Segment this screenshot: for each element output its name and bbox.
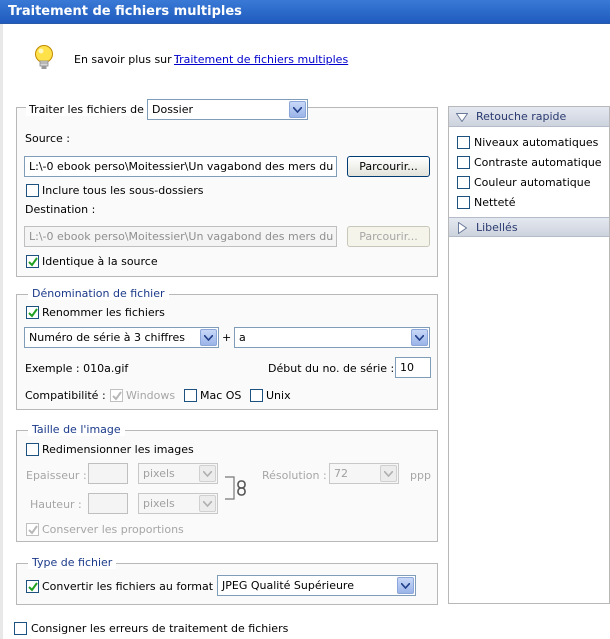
compat-unix-checkbox[interactable] bbox=[250, 389, 263, 402]
height-label: Hauteur : bbox=[30, 498, 82, 511]
naming-pattern-select[interactable]: Numéro de série à 3 chiffres bbox=[24, 327, 219, 348]
destination-browse-button[interactable]: Parcourir... bbox=[347, 226, 430, 247]
resolution-select[interactable]: 72 bbox=[329, 463, 399, 484]
naming-legend: Dénomination de fichier bbox=[28, 287, 169, 300]
naming-pattern-value: Numéro de série à 3 chiffres bbox=[29, 331, 185, 344]
checkmark-icon bbox=[28, 582, 38, 592]
checkmark-icon bbox=[112, 391, 122, 401]
process-from-label: Traiter les fichiers de : bbox=[26, 103, 155, 116]
auto-contrast-label: Contraste automatique bbox=[474, 156, 602, 169]
width-input[interactable] bbox=[88, 463, 128, 484]
labels-title: Libellés bbox=[476, 221, 518, 234]
resolution-value: 72 bbox=[334, 467, 348, 480]
checkmark-icon bbox=[28, 257, 38, 267]
chevron-down-icon bbox=[289, 101, 306, 118]
chevron-down-icon bbox=[397, 577, 414, 594]
destination-label: Destination : bbox=[25, 203, 96, 216]
image-size-legend: Taille de l'image bbox=[28, 423, 125, 436]
convert-format-checkbox[interactable] bbox=[26, 580, 39, 593]
width-unit-value: pixels bbox=[143, 467, 175, 480]
serial-start-input[interactable]: 10 bbox=[395, 357, 431, 378]
log-errors-label: Consigner les erreurs de traitement de f… bbox=[31, 622, 289, 635]
resolution-unit: ppp bbox=[410, 469, 431, 482]
compat-macos-checkbox[interactable] bbox=[184, 389, 197, 402]
width-label: Epaisseur : bbox=[26, 469, 87, 482]
compat-unix-label: Unix bbox=[266, 389, 291, 402]
destination-path-input[interactable]: L:\-0 ebook perso\Moitessier\Un vagabond… bbox=[24, 226, 337, 247]
lightbulb-icon bbox=[34, 44, 54, 75]
sharpness-checkbox[interactable] bbox=[457, 196, 470, 209]
naming-example: Exemple : 010a.gif bbox=[25, 362, 129, 375]
quick-fix-title: Retouche rapide bbox=[476, 110, 567, 123]
naming-suffix-value: a bbox=[239, 331, 246, 344]
sharpness-label: Netteté bbox=[474, 196, 516, 209]
rename-files-checkbox[interactable] bbox=[26, 306, 39, 319]
chevron-down-icon bbox=[380, 465, 397, 482]
auto-levels-checkbox[interactable] bbox=[457, 136, 470, 149]
learn-more-link[interactable]: Traitement de fichiers multiples bbox=[174, 53, 348, 66]
expand-triangle-icon bbox=[458, 221, 468, 237]
source-browse-button[interactable]: Parcourir... bbox=[347, 156, 430, 177]
quick-fix-panel: Retouche rapide Niveaux automatiques Con… bbox=[448, 106, 610, 604]
resolution-label: Résolution : bbox=[262, 469, 327, 482]
source-path-input[interactable]: L:\-0 ebook perso\Moitessier\Un vagabond… bbox=[24, 156, 337, 177]
compat-label: Compatibilité : bbox=[25, 389, 106, 402]
resize-images-checkbox[interactable] bbox=[26, 443, 39, 456]
window-frame bbox=[0, 24, 3, 639]
same-as-source-checkbox[interactable] bbox=[26, 255, 39, 268]
labels-header[interactable]: Libellés bbox=[449, 217, 609, 237]
compat-windows-checkbox[interactable] bbox=[110, 389, 123, 402]
width-unit-select[interactable]: pixels bbox=[138, 463, 218, 484]
link-proportions-icon[interactable] bbox=[224, 475, 248, 504]
window-title: Traitement de fichiers multiples bbox=[0, 0, 610, 24]
height-input[interactable] bbox=[88, 493, 128, 514]
auto-color-label: Couleur automatique bbox=[474, 176, 591, 189]
process-mode-value: Dossier bbox=[152, 103, 194, 116]
auto-levels-label: Niveaux automatiques bbox=[474, 136, 599, 149]
auto-contrast-checkbox[interactable] bbox=[457, 156, 470, 169]
constrain-proportions-checkbox[interactable] bbox=[26, 523, 39, 536]
chevron-down-icon bbox=[200, 329, 217, 346]
rename-files-label: Renommer les fichiers bbox=[42, 306, 165, 319]
format-select[interactable]: JPEG Qualité Supérieure bbox=[217, 575, 416, 596]
chevron-down-icon bbox=[411, 329, 428, 346]
plus-label: + bbox=[222, 331, 232, 344]
naming-suffix-select[interactable]: a bbox=[234, 327, 430, 348]
file-type-legend: Type de fichier bbox=[28, 556, 117, 569]
auto-color-checkbox[interactable] bbox=[457, 176, 470, 189]
format-value: JPEG Qualité Supérieure bbox=[222, 579, 354, 592]
quick-fix-header[interactable]: Retouche rapide bbox=[449, 107, 609, 127]
convert-format-label: Convertir les fichiers au format : bbox=[42, 580, 221, 593]
collapse-triangle-icon bbox=[455, 112, 469, 125]
include-subfolders-checkbox[interactable] bbox=[26, 184, 39, 197]
chevron-down-icon bbox=[199, 465, 216, 482]
same-as-source-label: Identique à la source bbox=[42, 255, 158, 268]
compat-windows-label: Windows bbox=[126, 389, 176, 402]
include-subfolders-label: Inclure tous les sous-dossiers bbox=[42, 184, 204, 197]
height-unit-value: pixels bbox=[143, 497, 175, 510]
source-label: Source : bbox=[25, 132, 70, 145]
resize-images-label: Redimensionner les images bbox=[42, 443, 194, 456]
checkmark-icon bbox=[28, 525, 38, 535]
quick-fix-list: Niveaux automatiques Contraste automatiq… bbox=[449, 127, 609, 217]
compat-macos-label: Mac OS bbox=[200, 389, 242, 402]
serial-start-label: Début du no. de série : bbox=[268, 362, 395, 375]
chevron-down-icon bbox=[199, 495, 216, 512]
constrain-proportions-label: Conserver les proportions bbox=[42, 523, 184, 536]
height-unit-select[interactable]: pixels bbox=[138, 493, 218, 514]
learn-more-prefix: En savoir plus sur : bbox=[74, 53, 179, 66]
checkmark-icon bbox=[28, 308, 38, 318]
process-mode-select[interactable]: Dossier bbox=[147, 99, 308, 120]
log-errors-checkbox[interactable] bbox=[14, 622, 27, 635]
